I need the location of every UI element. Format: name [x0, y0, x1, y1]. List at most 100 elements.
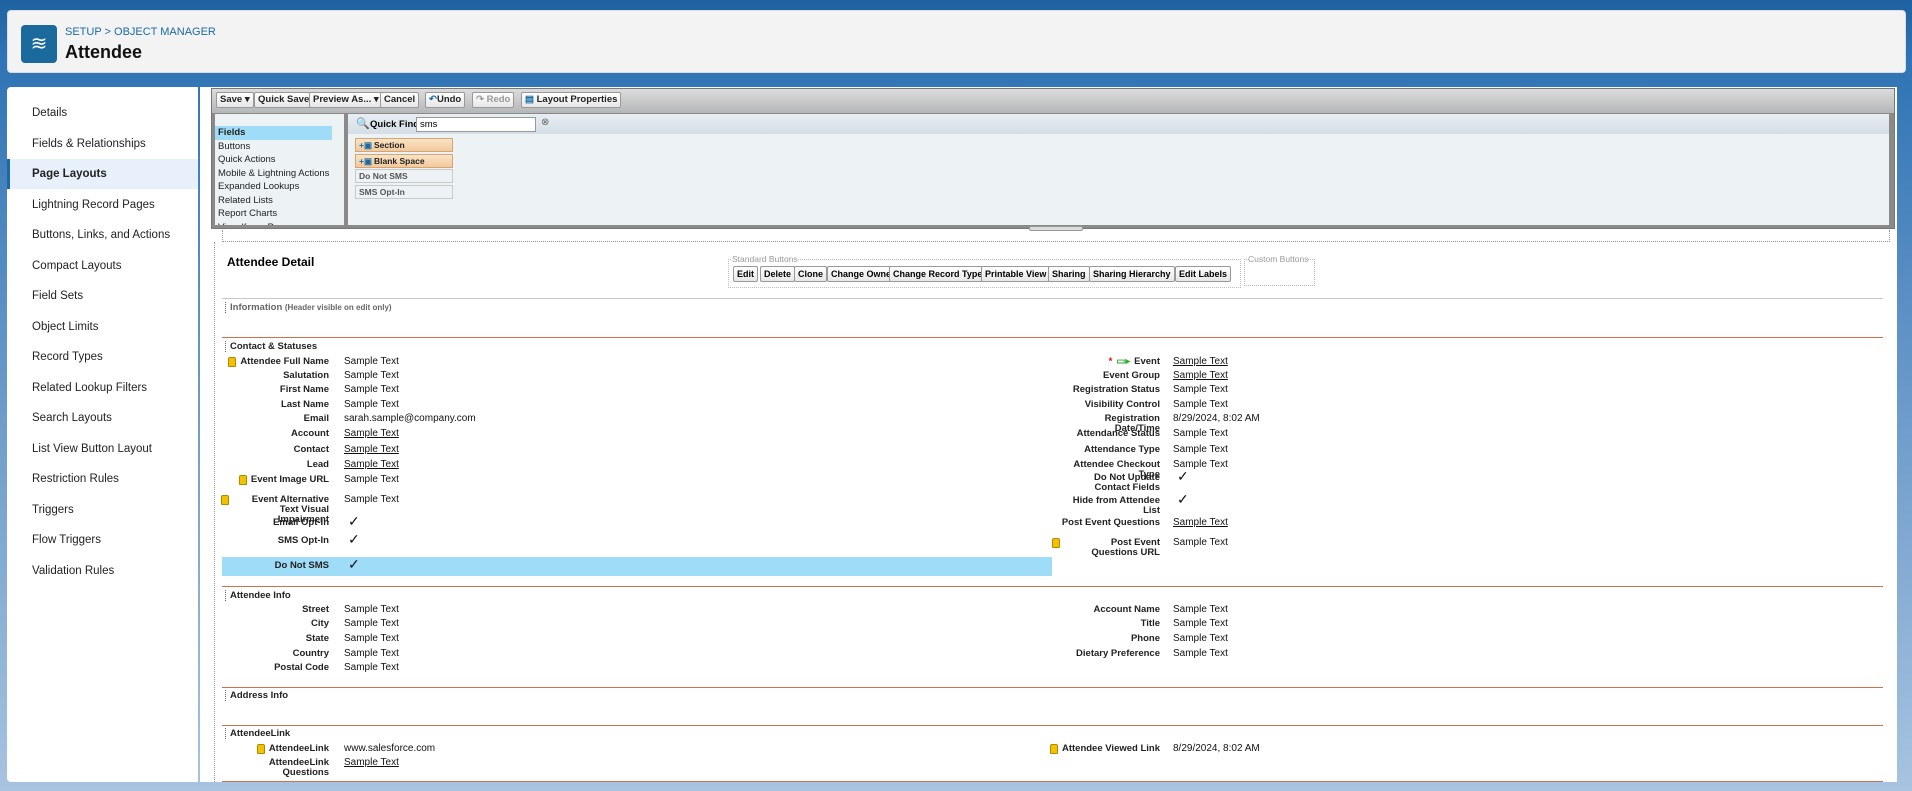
sidebar-item[interactable]: Record Types: [7, 342, 198, 372]
layout-properties-button[interactable]: ▤ Layout Properties: [521, 92, 622, 108]
section-header[interactable]: Attendee Info: [225, 590, 291, 601]
standard-button[interactable]: Sharing: [1048, 266, 1090, 282]
field-row-label[interactable]: Event Image URL: [200, 475, 329, 485]
sidebar-item[interactable]: Flow Triggers: [7, 525, 198, 555]
sidebar-item[interactable]: Page Layouts: [7, 159, 198, 189]
field-row-label[interactable]: Salutation: [200, 371, 329, 381]
field-row-label[interactable]: Last Name: [200, 400, 329, 410]
sidebar-item[interactable]: Lightning Record Pages: [7, 190, 198, 220]
standard-button[interactable]: Edit: [733, 266, 758, 282]
field-row-label[interactable]: Hide from Attendee List: [950, 496, 1160, 516]
palette-category[interactable]: Buttons: [215, 140, 344, 154]
field-row-label[interactable]: AttendeeLink Questions: [200, 758, 329, 778]
standard-button[interactable]: Change Record Type: [889, 266, 987, 282]
breadcrumb[interactable]: SETUP > OBJECT MANAGER: [65, 26, 216, 38]
field-row-label[interactable]: Attendee Full Name: [200, 357, 329, 367]
undo-label: Undo: [436, 94, 462, 105]
properties-icon: ▤: [525, 94, 534, 105]
palette-category[interactable]: Fields: [215, 126, 332, 140]
sidebar-item[interactable]: Object Limits: [7, 312, 198, 342]
field-row-label[interactable]: AttendeeLink: [200, 744, 329, 754]
palette-category[interactable]: Visualforce Pages: [215, 221, 344, 226]
palette-category[interactable]: Report Charts: [215, 207, 344, 221]
field-label: State: [305, 633, 329, 644]
field-row-label[interactable]: Attendance Status: [950, 429, 1160, 439]
field-row-label[interactable]: SMS Opt-In: [200, 536, 329, 546]
field-row-label[interactable]: Registration Status: [950, 385, 1160, 395]
field-row-label[interactable]: Event Group: [950, 371, 1160, 381]
field-label: Account Name: [1093, 604, 1160, 615]
standard-button[interactable]: Delete: [760, 266, 796, 282]
quick-find-bar: 🔍 Quick Find ⊗: [348, 114, 1889, 134]
required-icon: *: [1108, 356, 1113, 367]
field-row-label[interactable]: Account Name: [950, 605, 1160, 615]
field-row-label[interactable]: Visibility Control: [950, 400, 1160, 410]
quick-save-button[interactable]: Quick Save: [254, 92, 314, 108]
chevron-down-icon[interactable]: ▾: [245, 94, 250, 105]
section-header[interactable]: Contact & Statuses: [225, 341, 317, 352]
section-header[interactable]: Address Info: [225, 690, 288, 701]
sidebar-item[interactable]: Fields & Relationships: [7, 129, 198, 159]
palette-item[interactable]: SMS Opt-In: [355, 184, 453, 199]
field-row-label[interactable]: State: [200, 634, 329, 644]
field-row-label[interactable]: Do Not SMS: [200, 561, 329, 571]
standard-button[interactable]: Edit Labels: [1175, 266, 1232, 282]
field-label: City: [311, 618, 329, 629]
standard-button[interactable]: Change Owner: [827, 266, 899, 282]
sidebar-item[interactable]: Buttons, Links, and Actions: [7, 220, 198, 250]
undo-button[interactable]: ↶Undo: [425, 92, 466, 108]
redo-button[interactable]: ↷ Redo: [472, 92, 515, 108]
quick-find-input[interactable]: [416, 117, 536, 132]
field-row-label[interactable]: Phone: [950, 634, 1160, 644]
field-row-label[interactable]: * ▭▸ Event: [950, 357, 1160, 367]
sidebar-item[interactable]: Search Layouts: [7, 403, 198, 433]
palette-category[interactable]: Mobile & Lightning Actions: [215, 167, 344, 181]
field-row-label[interactable]: Post Event Questions: [950, 518, 1160, 528]
field-row-label[interactable]: Country: [200, 649, 329, 659]
section-header[interactable]: AttendeeLink: [225, 728, 290, 739]
field-row-label[interactable]: Lead: [200, 460, 329, 470]
field-row-label[interactable]: Do Not Update Contact Fields: [950, 473, 1160, 493]
preview-as-button[interactable]: Preview As... ▾: [309, 92, 383, 108]
palette-item[interactable]: +▣ Blank Space: [355, 153, 453, 168]
field-row-label[interactable]: Dietary Preference: [950, 649, 1160, 659]
field-row-label[interactable]: Contact: [200, 445, 329, 455]
field-row-label[interactable]: City: [200, 619, 329, 629]
field-value: Sample Text: [1173, 370, 1228, 381]
sidebar-item[interactable]: Field Sets: [7, 281, 198, 311]
field-value: Sample Text: [344, 444, 399, 455]
standard-button[interactable]: Sharing Hierarchy: [1089, 266, 1175, 282]
standard-button[interactable]: Clone: [794, 266, 828, 282]
sidebar-item[interactable]: Related Lookup Filters: [7, 373, 198, 403]
field-row-label[interactable]: Account: [200, 429, 329, 439]
field-row-label[interactable]: Attendance Type: [950, 445, 1160, 455]
cancel-button[interactable]: Cancel: [380, 92, 420, 108]
palette-item[interactable]: +▣ Section: [355, 138, 453, 152]
clear-icon[interactable]: ⊗: [541, 117, 549, 128]
field-label: Attendance Status: [1076, 428, 1160, 439]
field-label: Lead: [306, 459, 329, 470]
standard-button[interactable]: Printable View: [981, 266, 1051, 282]
sidebar-item[interactable]: List View Button Layout: [7, 434, 198, 464]
field-row-label[interactable]: Email Opt-In: [200, 518, 329, 528]
save-button[interactable]: Save ▾: [216, 92, 254, 108]
palette-category[interactable]: Quick Actions: [215, 153, 344, 167]
sidebar-item[interactable]: Details: [7, 98, 198, 128]
palette-category[interactable]: Expanded Lookups: [215, 180, 344, 194]
sidebar-item[interactable]: Triggers: [7, 495, 198, 525]
field-row-label[interactable]: Street: [200, 605, 329, 615]
sidebar-item[interactable]: Validation Rules: [7, 556, 198, 586]
field-row-label[interactable]: Title: [950, 619, 1160, 629]
field-label: Attendee Viewed Link: [1061, 743, 1160, 754]
sidebar-item[interactable]: Compact Layouts: [7, 251, 198, 281]
field-row-label[interactable]: Postal Code: [200, 663, 329, 673]
palette-category[interactable]: Related Lists: [215, 194, 344, 208]
information-section-header[interactable]: Information (Header visible on edit only…: [225, 302, 392, 313]
field-row-label[interactable]: Post Event Questions URL: [950, 538, 1160, 558]
field-row-label[interactable]: First Name: [200, 385, 329, 395]
palette-categories: Fields Buttons Quick Actions Mobile & Light…: [215, 114, 344, 225]
palette-item[interactable]: Do Not SMS: [355, 169, 453, 183]
sidebar-item[interactable]: Restriction Rules: [7, 464, 198, 494]
field-row-label[interactable]: Email: [200, 414, 329, 424]
field-row-label[interactable]: Attendee Viewed Link: [950, 744, 1160, 754]
